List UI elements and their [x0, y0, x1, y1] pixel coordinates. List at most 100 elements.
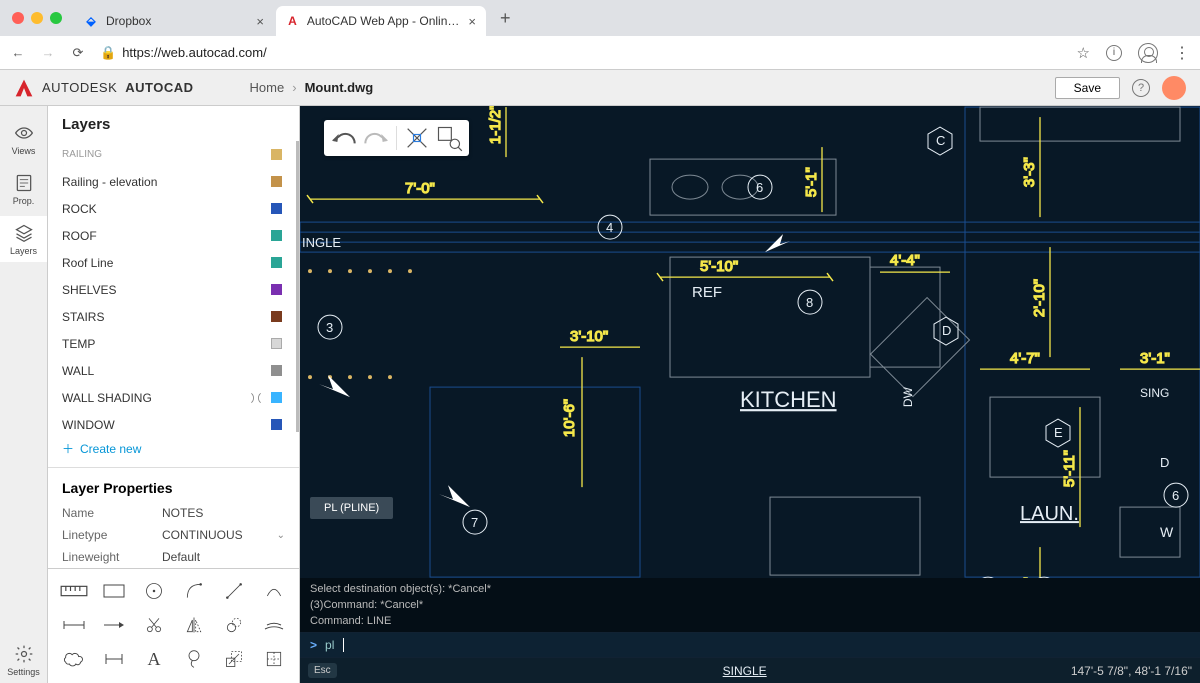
cursor-coordinates: 147'-5 7/8", 48'-1 7/16" [1071, 664, 1192, 678]
back-icon[interactable]: ← [10, 45, 26, 61]
layer-color-swatch[interactable] [271, 338, 282, 349]
layer-color-swatch[interactable] [271, 203, 282, 214]
layer-color-swatch[interactable] [271, 176, 282, 187]
rail-properties[interactable]: Prop. [0, 166, 47, 212]
app-logo[interactable]: AUTODESK AUTOCAD [14, 78, 194, 98]
layer-row[interactable]: WALL [48, 357, 296, 384]
tool-line[interactable] [214, 577, 254, 605]
close-tab-icon[interactable]: × [256, 14, 264, 29]
rail-settings[interactable]: Settings [0, 637, 47, 683]
view-nav-toolbar [324, 120, 469, 156]
layer-list[interactable]: RAILING Railing - elevation ROCK ROOF Ro… [48, 141, 299, 432]
drawing-canvas[interactable]: 7'-0" 5'-10" 3'-10" 10'-6" 4'-4" 5'-1" 3… [300, 106, 1200, 578]
tool-block[interactable] [254, 645, 294, 673]
tool-trim[interactable] [134, 611, 174, 639]
zoom-window-button[interactable] [433, 124, 465, 152]
reload-icon[interactable]: ⟳ [70, 45, 86, 61]
history-line: Command: LINE [310, 614, 1190, 630]
layer-row[interactable]: WALL SHADING [48, 384, 296, 411]
user-avatar[interactable] [1162, 76, 1186, 100]
svg-text:D: D [942, 323, 951, 338]
svg-text:2'-0": 2'-0" [1021, 577, 1038, 578]
layer-row[interactable]: STAIRS [48, 303, 296, 330]
browser-tab-autocad[interactable]: A AutoCAD Web App - Online CA × [276, 6, 486, 36]
save-button[interactable]: Save [1055, 77, 1120, 99]
zoom-extents-button[interactable] [401, 124, 433, 152]
tool-hatch[interactable] [174, 645, 214, 673]
browser-url-bar: ← → ⟳ 🔒 https://web.autocad.com/ ☆ i ⋮ [0, 36, 1200, 70]
menu-icon[interactable]: ⋮ [1174, 43, 1190, 63]
browser-tab-dropbox[interactable]: ⬙ Dropbox × [74, 6, 274, 36]
redo-button[interactable] [360, 124, 392, 152]
maximize-window-button[interactable] [50, 12, 62, 24]
help-icon[interactable]: ? [1132, 79, 1150, 97]
tool-rectangle[interactable] [94, 577, 134, 605]
layers-icon [13, 222, 35, 244]
address-bar[interactable]: 🔒 https://web.autocad.com/ [100, 45, 1063, 61]
new-tab-button[interactable]: + [488, 8, 523, 29]
layer-color-swatch[interactable] [271, 311, 282, 322]
svg-text:3: 3 [326, 320, 333, 335]
layer-row[interactable]: SHELVES [48, 276, 296, 303]
tool-mirror[interactable] [174, 611, 214, 639]
rail-layers[interactable]: Layers [0, 216, 47, 262]
tool-arc[interactable] [254, 577, 294, 605]
svg-text:W: W [1160, 524, 1174, 540]
svg-text:6: 6 [756, 180, 763, 195]
tool-circle[interactable] [134, 577, 174, 605]
info-icon[interactable]: i [1106, 45, 1122, 61]
forward-icon[interactable]: → [40, 45, 56, 61]
layer-color-swatch[interactable] [271, 257, 282, 268]
tool-offset[interactable] [254, 611, 294, 639]
frozen-icon [249, 391, 263, 405]
command-suggestion[interactable]: PL (PLINE) [310, 497, 393, 519]
draw-tool-palette: A [48, 568, 299, 683]
layer-row[interactable]: Railing - elevation [48, 168, 296, 195]
tab-title: AutoCAD Web App - Online CA [307, 14, 461, 28]
svg-text:DW: DW [901, 386, 915, 407]
eye-icon [13, 122, 35, 144]
tool-measure[interactable] [54, 577, 94, 605]
layer-color-swatch[interactable] [271, 284, 282, 295]
layer-row[interactable]: ROOF [48, 222, 296, 249]
tool-revcloud[interactable] [54, 645, 94, 673]
chevron-right-icon: › [292, 80, 296, 95]
tool-linear-dim[interactable] [94, 645, 134, 673]
layer-properties-title: Layer Properties [48, 468, 299, 502]
layer-color-swatch[interactable] [271, 230, 282, 241]
close-tab-icon[interactable]: × [468, 14, 476, 29]
app-header: AUTODESK AUTOCAD Home › Mount.dwg Save ? [0, 70, 1200, 106]
tool-dimension[interactable] [54, 611, 94, 639]
layer-row[interactable]: RAILING [48, 141, 296, 168]
tool-copy[interactable] [214, 611, 254, 639]
layer-color-swatch[interactable] [271, 149, 282, 160]
svg-text:4: 4 [606, 220, 613, 235]
rail-label: Layers [10, 246, 37, 256]
undo-button[interactable] [328, 124, 360, 152]
svg-text:3'-1": 3'-1" [1140, 350, 1170, 367]
layer-color-swatch[interactable] [271, 365, 282, 376]
star-icon[interactable]: ☆ [1077, 44, 1090, 62]
breadcrumb-home[interactable]: Home [250, 80, 285, 95]
layer-color-swatch[interactable] [271, 392, 282, 403]
svg-text:4'-7": 4'-7" [1010, 350, 1040, 367]
layer-row[interactable]: ROCK [48, 195, 296, 222]
rail-label: Views [12, 146, 36, 156]
profile-icon[interactable] [1138, 43, 1158, 63]
minimize-window-button[interactable] [31, 12, 43, 24]
close-window-button[interactable] [12, 12, 24, 24]
rail-views[interactable]: Views [0, 116, 47, 162]
tool-fillet[interactable] [174, 577, 214, 605]
tool-leader[interactable] [94, 611, 134, 639]
tool-scale[interactable] [214, 645, 254, 673]
esc-chip[interactable]: Esc [308, 663, 337, 678]
layer-row[interactable]: TEMP [48, 330, 296, 357]
tab-title: Dropbox [106, 14, 151, 28]
tool-text[interactable]: A [134, 645, 174, 673]
layer-row[interactable]: WINDOW [48, 411, 296, 432]
create-layer-button[interactable]: ＋ Create new [48, 432, 299, 465]
command-input-row[interactable]: > pl [300, 632, 1200, 657]
layer-color-swatch[interactable] [271, 419, 282, 430]
layer-row[interactable]: Roof Line [48, 249, 296, 276]
command-input[interactable]: pl [325, 638, 334, 652]
